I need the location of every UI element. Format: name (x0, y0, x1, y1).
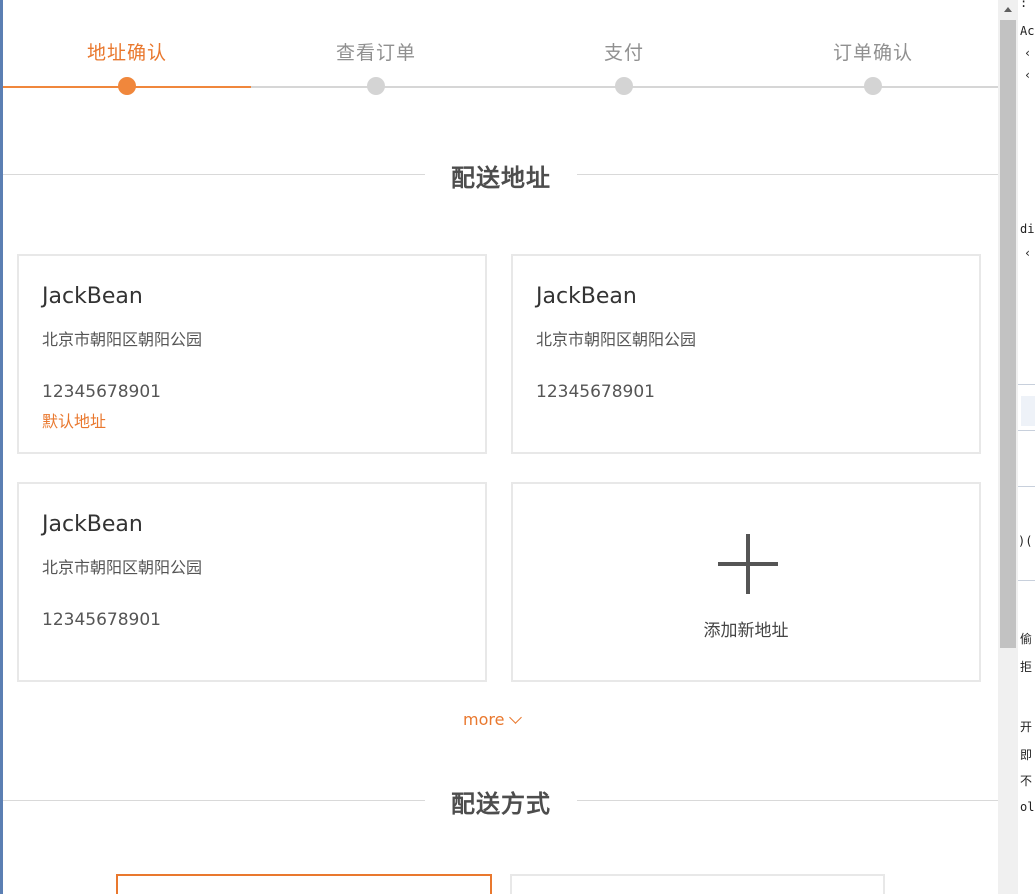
checkout-stepper: 地址确认 查看订单 支付 订单确认 (3, 0, 998, 110)
page-viewport: 地址确认 查看订单 支付 订单确认 配送地址 JackBean 北京市朝阳区朝阳… (3, 0, 998, 894)
more-addresses-button[interactable]: more (463, 710, 543, 729)
background-text: ol (1020, 800, 1035, 814)
add-address-label: 添加新地址 (703, 621, 789, 641)
step-label: 支付 (603, 42, 644, 64)
step-address-confirm[interactable]: 地址确认 (27, 38, 227, 95)
step-dot-active (118, 77, 136, 95)
step-dot (367, 77, 385, 95)
step-order-confirm[interactable]: 订单确认 (773, 38, 973, 95)
background-window: : Ac ‹ ‹ di ‹ )( 偷 拒 开 即 不 ol (1018, 0, 1035, 894)
address-card[interactable]: JackBean 北京市朝阳区朝阳公园 12345678901 (17, 482, 487, 682)
step-label: 查看订单 (335, 42, 416, 64)
background-text: 不 (1020, 774, 1033, 788)
background-text: 开 (1020, 720, 1033, 734)
address-phone: 12345678901 (536, 382, 655, 402)
chevron-down-icon (509, 710, 523, 724)
scroll-up-arrow-icon[interactable] (998, 0, 1018, 18)
address-name: JackBean (42, 284, 143, 309)
address-text: 北京市朝阳区朝阳公园 (42, 330, 203, 349)
background-rule (1018, 384, 1035, 385)
address-phone: 12345678901 (42, 382, 161, 402)
divider (577, 174, 998, 175)
address-card[interactable]: JackBean 北京市朝阳区朝阳公园 12345678901 (511, 254, 981, 454)
default-address-badge: 默认地址 (42, 412, 107, 431)
add-address-card[interactable]: 添加新地址 (511, 482, 981, 682)
plus-icon (718, 534, 778, 594)
background-text: ‹ (1024, 246, 1032, 260)
background-text: 偷 (1020, 632, 1033, 646)
address-section-title: 配送地址 (451, 164, 551, 192)
shipping-option[interactable] (510, 874, 885, 894)
background-text: ‹ (1024, 68, 1032, 82)
background-text: : (1020, 0, 1028, 10)
step-dot (864, 77, 882, 95)
shipping-section-header: 配送方式 (3, 780, 998, 820)
step-payment[interactable]: 支付 (524, 38, 724, 95)
address-phone: 12345678901 (42, 610, 161, 630)
divider (3, 800, 425, 801)
step-label: 订单确认 (832, 42, 913, 64)
background-text: )( (1018, 534, 1033, 548)
step-dot (615, 77, 633, 95)
background-panel (1021, 396, 1035, 426)
divider (577, 800, 998, 801)
address-text: 北京市朝阳区朝阳公园 (42, 558, 203, 577)
address-card[interactable]: JackBean 北京市朝阳区朝阳公园 12345678901 默认地址 (17, 254, 487, 454)
step-label: 地址确认 (86, 42, 167, 64)
step-view-order[interactable]: 查看订单 (276, 38, 476, 95)
background-text: 拒 (1020, 660, 1033, 674)
address-name: JackBean (42, 512, 143, 537)
scrollbar-thumb[interactable] (1000, 20, 1016, 648)
vertical-scrollbar[interactable] (998, 0, 1018, 894)
background-text: ‹ (1024, 46, 1032, 60)
shipping-option-selected[interactable] (116, 874, 492, 894)
shipping-section-title: 配送方式 (451, 790, 551, 818)
background-text: 即 (1020, 748, 1033, 762)
background-rule (1018, 430, 1035, 431)
address-text: 北京市朝阳区朝阳公园 (536, 330, 697, 349)
more-label: more (463, 710, 505, 729)
address-name: JackBean (536, 284, 637, 309)
divider (3, 174, 425, 175)
background-rule (1018, 580, 1035, 581)
background-rule (1018, 486, 1035, 487)
background-text: Ac (1020, 24, 1035, 38)
address-section-header: 配送地址 (3, 154, 998, 194)
background-text: di (1020, 222, 1035, 236)
